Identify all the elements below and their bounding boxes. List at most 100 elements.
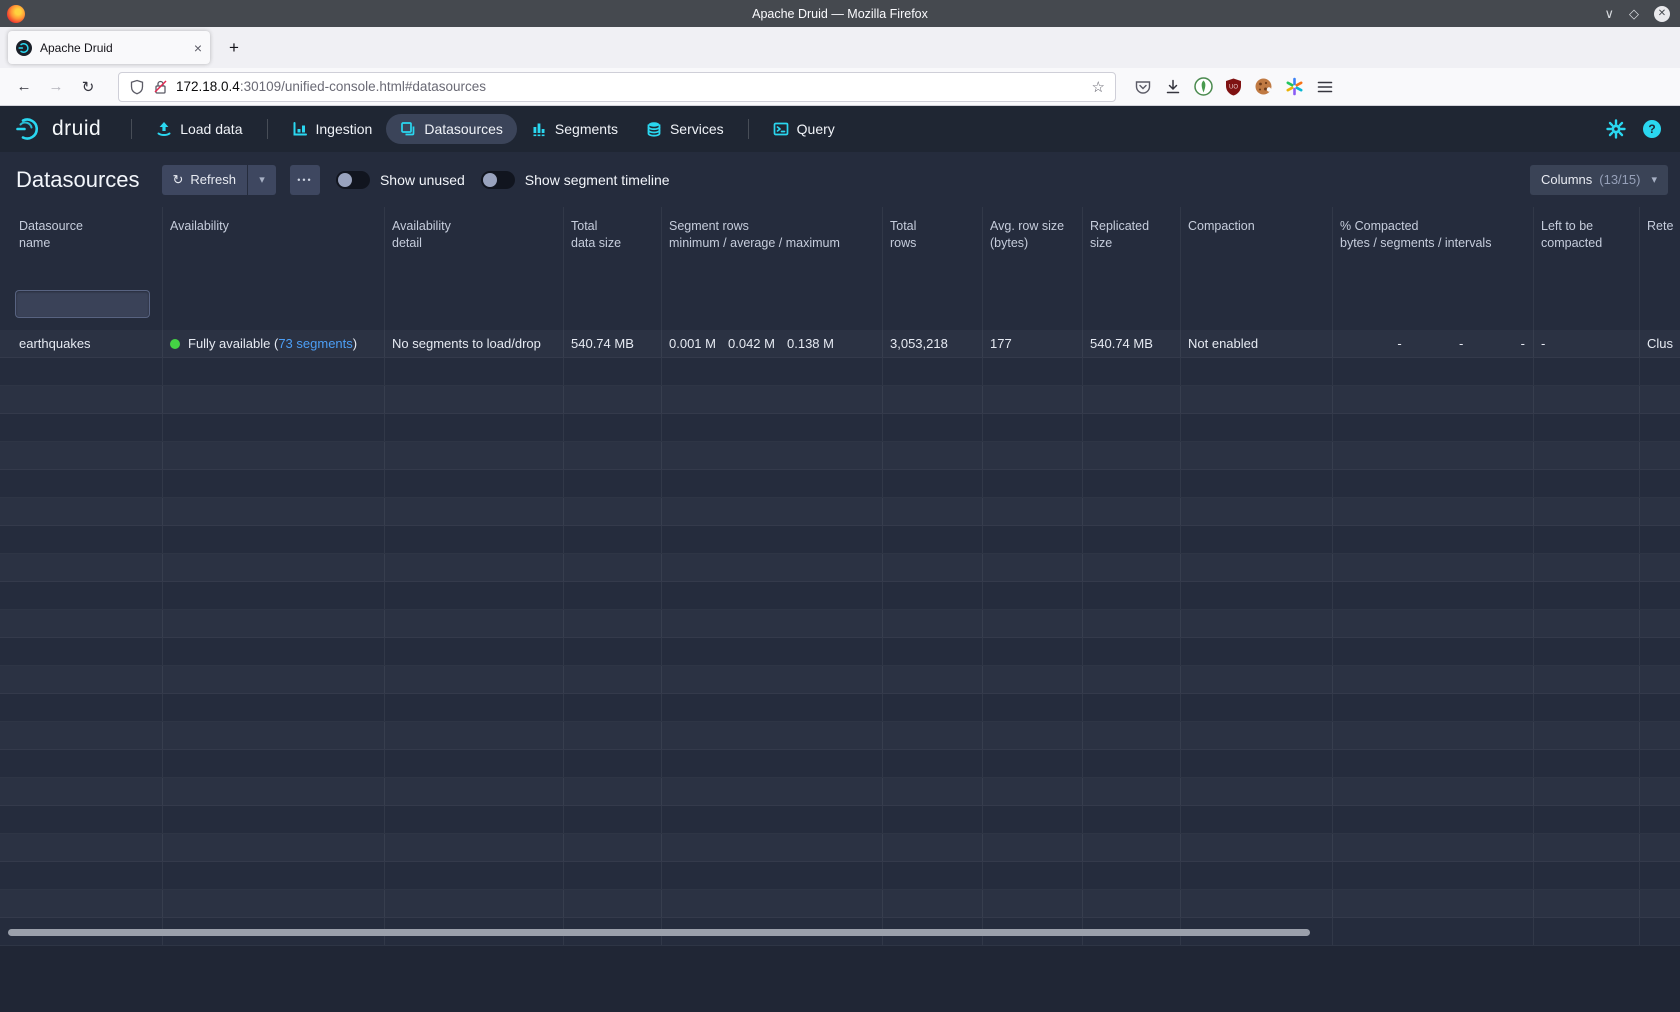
empty-cell: [883, 498, 983, 525]
column-header[interactable]: % Compactedbytes / segments / intervals: [1333, 207, 1534, 263]
datasource-name-filter-input[interactable]: [15, 290, 150, 318]
window-close-button[interactable]: ✕: [1654, 6, 1670, 22]
more-actions-button[interactable]: •••: [290, 165, 320, 195]
empty-cell: [1083, 554, 1181, 581]
table-row: [0, 722, 1680, 750]
column-header[interactable]: Totaldata size: [564, 207, 662, 263]
empty-cell: [163, 470, 385, 497]
window-maximize-button[interactable]: ◇: [1629, 7, 1639, 20]
url-bar[interactable]: 172.18.0.4:30109/unified-console.html#da…: [118, 72, 1116, 102]
empty-cell: [983, 638, 1083, 665]
segments-link[interactable]: 73 segments: [278, 336, 352, 351]
nav-item-label: Query: [797, 121, 835, 137]
window-minimize-button[interactable]: ∨: [1604, 7, 1614, 20]
cookie-icon[interactable]: [1254, 77, 1273, 96]
empty-cell: [983, 582, 1083, 609]
nav-item-label: Datasources: [424, 121, 503, 137]
browser-tab-apache-druid[interactable]: Apache Druid ×: [8, 31, 210, 64]
refresh-button[interactable]: ↻Refresh: [162, 165, 247, 195]
empty-cell: [1083, 386, 1181, 413]
column-header[interactable]: Rete: [1640, 207, 1680, 263]
settings-gear-icon[interactable]: [1606, 119, 1626, 139]
empty-cell: [983, 442, 1083, 469]
refresh-interval-dropdown-button[interactable]: ▾: [248, 165, 276, 195]
download-icon[interactable]: [1164, 78, 1182, 96]
druid-logo[interactable]: druid: [14, 114, 101, 144]
insecure-lock-icon[interactable]: [153, 79, 168, 95]
empty-cell: [385, 778, 564, 805]
help-icon[interactable]: ?: [1642, 119, 1662, 139]
page-title: Datasources: [16, 167, 140, 193]
bookmark-star-icon[interactable]: ☆: [1092, 78, 1105, 96]
column-header[interactable]: Left to becompacted: [1534, 207, 1640, 263]
empty-cell: [163, 666, 385, 693]
cell: 3,053,218: [883, 330, 983, 357]
table-filter-row: [0, 263, 1680, 330]
nav-item-services[interactable]: Services: [632, 114, 738, 144]
empty-cell: [1640, 890, 1680, 917]
multi-account-icon[interactable]: [1285, 77, 1304, 96]
show-segment-timeline-toggle[interactable]: [481, 171, 515, 189]
nav-separator: [131, 119, 132, 139]
empty-cell: [163, 526, 385, 553]
nav-item-load-data[interactable]: Load data: [142, 114, 256, 144]
column-header[interactable]: Compaction: [1181, 207, 1333, 263]
chevron-down-icon: ▾: [259, 173, 265, 186]
empty-cell: [564, 470, 662, 497]
cell: 540.74 MB: [1083, 330, 1181, 357]
column-header[interactable]: Avg. row size(bytes): [983, 207, 1083, 263]
columns-button[interactable]: Columns(13/15)▾: [1530, 165, 1668, 195]
empty-cell: [564, 638, 662, 665]
reload-button[interactable]: ↻: [74, 73, 102, 101]
nav-item-segments[interactable]: Segments: [517, 114, 632, 144]
column-header[interactable]: Segment rowsminimum / average / maximum: [662, 207, 883, 263]
svg-text:UO: UO: [1229, 84, 1238, 90]
empty-cell: [0, 806, 163, 833]
forward-button[interactable]: →: [42, 73, 70, 101]
empty-cell: [662, 470, 883, 497]
new-tab-button[interactable]: +: [220, 34, 248, 62]
column-header[interactable]: Availabilitydetail: [385, 207, 564, 263]
column-header[interactable]: Availability: [163, 207, 385, 263]
segment-rows-cell: 0.001 M0.042 M0.138 M: [662, 330, 883, 357]
empty-cell: [662, 638, 883, 665]
window-title: Apache Druid — Mozilla Firefox: [0, 7, 1680, 21]
table-row: [0, 526, 1680, 554]
cell: 540.74 MB: [564, 330, 662, 357]
filter-cell: [1333, 263, 1534, 330]
column-header[interactable]: Datasourcename: [0, 207, 163, 263]
column-header[interactable]: Totalrows: [883, 207, 983, 263]
empty-cell: [883, 890, 983, 917]
empty-cell: [662, 666, 883, 693]
nav-item-label: Load data: [180, 121, 242, 137]
nav-separator: [267, 119, 268, 139]
empty-cell: [662, 862, 883, 889]
pocket-icon[interactable]: [1134, 78, 1152, 96]
empty-cell: [662, 722, 883, 749]
empty-cell: [1534, 862, 1640, 889]
extension-icon[interactable]: [1194, 77, 1213, 96]
nav-item-query[interactable]: Query: [759, 114, 849, 144]
empty-cell: [385, 442, 564, 469]
nav-item-datasources[interactable]: Datasources: [386, 114, 517, 144]
tab-close-icon[interactable]: ×: [194, 40, 202, 56]
nav-item-ingestion[interactable]: Ingestion: [278, 114, 387, 144]
ublock-icon[interactable]: UO: [1225, 78, 1242, 96]
empty-cell: [564, 526, 662, 553]
horizontal-scrollbar-thumb[interactable]: [8, 929, 1310, 936]
datasources-icon: [400, 121, 416, 137]
empty-cell: [983, 666, 1083, 693]
table-row: [0, 890, 1680, 918]
empty-cell: [1534, 526, 1640, 553]
empty-cell: [0, 358, 163, 385]
empty-cell: [1640, 806, 1680, 833]
back-button[interactable]: ←: [10, 73, 38, 101]
column-header[interactable]: Replicatedsize: [1083, 207, 1181, 263]
empty-cell: [0, 862, 163, 889]
show-unused-toggle[interactable]: [336, 171, 370, 189]
tracking-shield-icon[interactable]: [129, 79, 145, 95]
empty-cell: [1083, 694, 1181, 721]
empty-cell: [1534, 834, 1640, 861]
empty-cell: [564, 750, 662, 777]
menu-icon[interactable]: [1316, 78, 1334, 96]
